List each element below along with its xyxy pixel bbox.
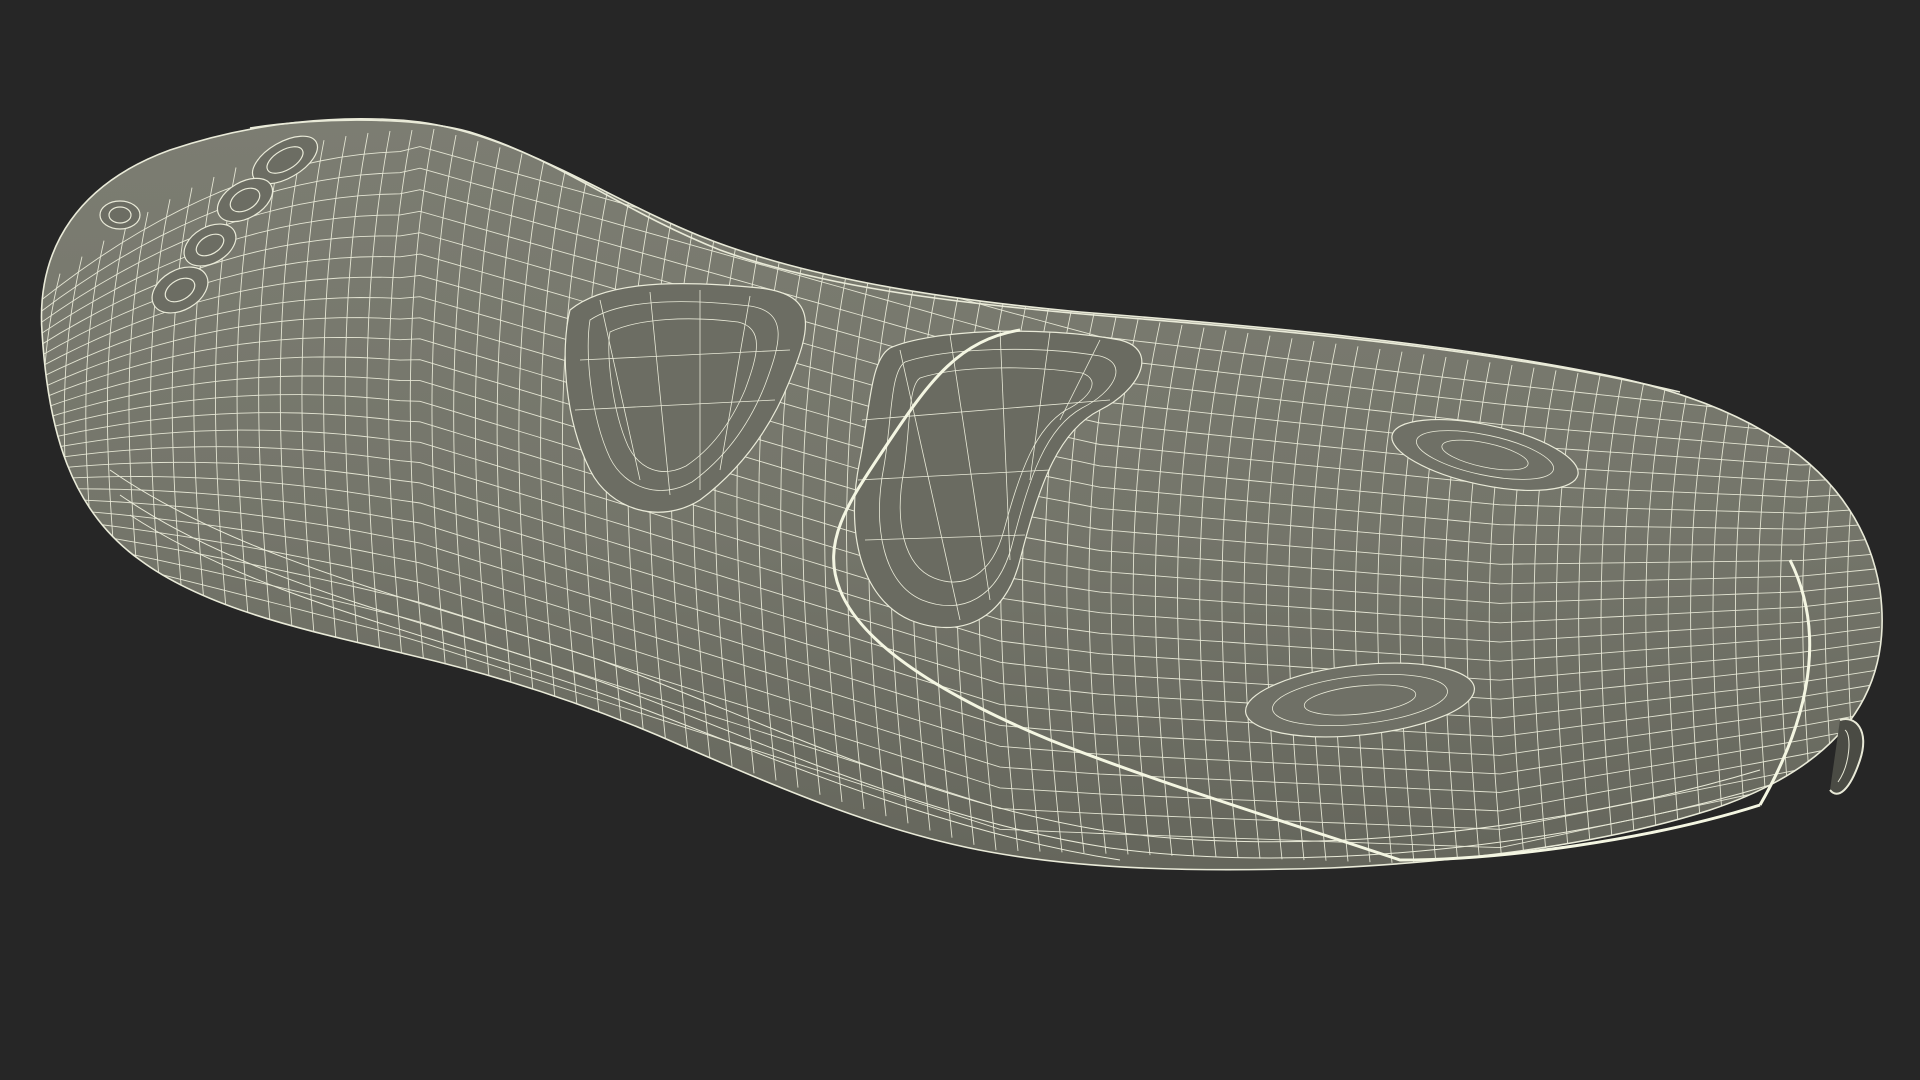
render-viewport xyxy=(0,0,1920,1080)
wireframe-render xyxy=(40,117,1883,871)
